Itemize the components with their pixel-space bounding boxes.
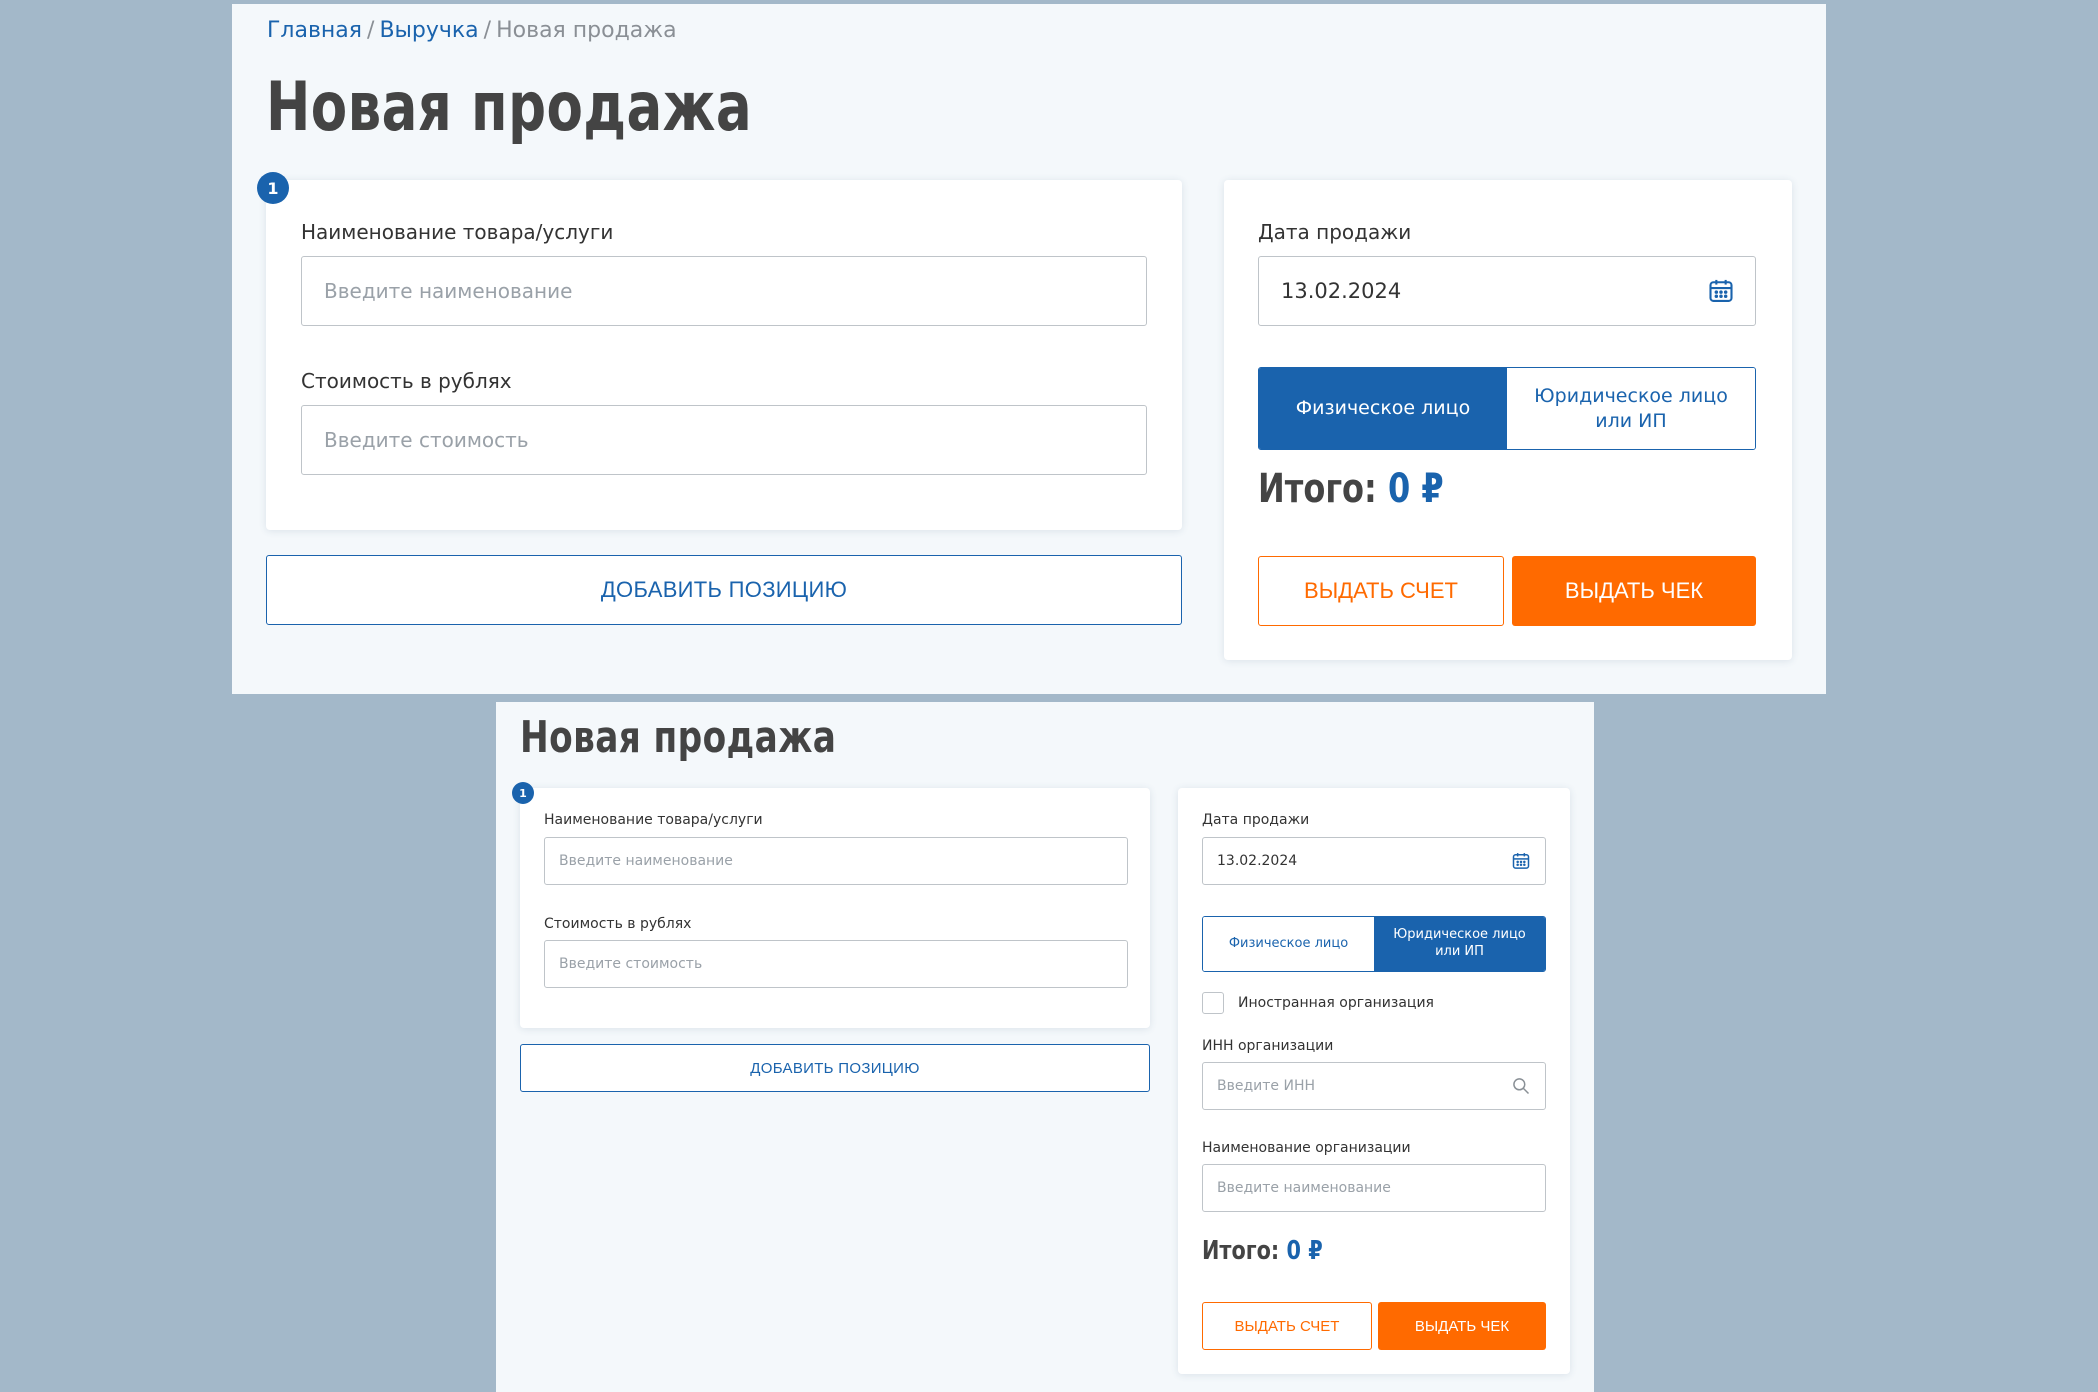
- calendar-icon[interactable]: [1707, 277, 1735, 305]
- item-name-label: Наименование товара/услуги: [301, 220, 614, 244]
- price-placeholder: Введите стоимость: [559, 956, 703, 972]
- customer-type-toggle: Физическое лицо Юридическое лицо или ИП: [1202, 916, 1546, 972]
- position-card: Наименование товара/услуги Введите наиме…: [266, 180, 1182, 530]
- add-position-button[interactable]: ДОБАВИТЬ ПОЗИЦИЮ: [266, 555, 1182, 625]
- date-input[interactable]: 13.02.2024: [1258, 256, 1756, 326]
- add-position-button[interactable]: ДОБАВИТЬ ПОЗИЦИЮ: [520, 1044, 1150, 1092]
- sale-summary-card: Дата продажи 13.02.2024 Физическое лицо …: [1224, 180, 1792, 660]
- date-value: 13.02.2024: [1281, 279, 1402, 303]
- breadcrumb-separator: /: [367, 18, 375, 43]
- toggle-individual[interactable]: Физическое лицо: [1259, 368, 1507, 449]
- page-title: Новая продажа: [266, 68, 753, 147]
- breadcrumb-home[interactable]: Главная: [267, 18, 362, 43]
- price-input[interactable]: Введите стоимость: [301, 405, 1147, 475]
- toggle-individual[interactable]: Физическое лицо: [1203, 917, 1374, 971]
- position-number-badge: 1: [512, 782, 534, 804]
- breadcrumb-separator: /: [483, 18, 492, 43]
- price-label: Стоимость в рублях: [301, 369, 512, 393]
- toggle-legal-entity[interactable]: Юридическое лицо или ИП: [1507, 368, 1755, 449]
- price-placeholder: Введите стоимость: [324, 428, 529, 452]
- item-name-label: Наименование товара/услуги: [544, 812, 763, 828]
- total-label: Итого:: [1258, 466, 1377, 512]
- issue-invoice-button[interactable]: ВЫДАТЬ СЧЕТ: [1202, 1302, 1372, 1350]
- date-label: Дата продажи: [1258, 220, 1412, 244]
- total-amount: 0 ₽: [1387, 466, 1444, 512]
- item-name-input[interactable]: Введите наименование: [301, 256, 1147, 326]
- position-number-badge: 1: [257, 172, 289, 204]
- item-name-placeholder: Введите наименование: [559, 853, 733, 869]
- foreign-organization-row: Иностранная организация: [1202, 992, 1434, 1014]
- toggle-legal-entity[interactable]: Юридическое лицо или ИП: [1374, 917, 1545, 971]
- date-input[interactable]: 13.02.2024: [1202, 837, 1546, 885]
- org-name-placeholder: Введите наименование: [1217, 1180, 1391, 1196]
- search-icon[interactable]: [1511, 1076, 1531, 1096]
- sale-summary-card: Дата продажи 13.02.2024 Физическое лицо …: [1178, 788, 1570, 1374]
- total-label: Итого:: [1202, 1236, 1280, 1266]
- org-name-input[interactable]: Введите наименование: [1202, 1164, 1546, 1212]
- issue-receipt-button[interactable]: ВЫДАТЬ ЧЕК: [1512, 556, 1756, 626]
- date-label: Дата продажи: [1202, 812, 1310, 828]
- breadcrumb-revenue[interactable]: Выручка: [379, 18, 478, 43]
- top-panel: Главная / Выручка / Новая продажа Новая прод…: [232, 4, 1826, 694]
- item-name-placeholder: Введите наименование: [324, 279, 573, 303]
- total: Итого: 0 ₽: [1202, 1236, 1323, 1266]
- total: Итого: 0 ₽: [1258, 466, 1444, 512]
- position-card: Наименование товара/услуги Введите наиме…: [520, 788, 1150, 1028]
- total-amount: 0 ₽: [1286, 1236, 1323, 1266]
- org-name-label: Наименование организации: [1202, 1140, 1411, 1156]
- calendar-icon[interactable]: [1511, 851, 1531, 871]
- foreign-organization-checkbox[interactable]: [1202, 992, 1224, 1014]
- price-label: Стоимость в рублях: [544, 916, 692, 932]
- issue-receipt-button[interactable]: ВЫДАТЬ ЧЕК: [1378, 1302, 1546, 1350]
- breadcrumb: Главная / Выручка / Новая продажа: [267, 18, 677, 43]
- foreign-organization-label: Иностранная организация: [1238, 995, 1434, 1011]
- breadcrumb-current: Новая продажа: [496, 18, 677, 43]
- bottom-panel: Новая продажа Наименование товара/услуги…: [496, 702, 1594, 1392]
- inn-input[interactable]: Введите ИНН: [1202, 1062, 1546, 1110]
- inn-label: ИНН организации: [1202, 1038, 1334, 1054]
- price-input[interactable]: Введите стоимость: [544, 940, 1128, 988]
- item-name-input[interactable]: Введите наименование: [544, 837, 1128, 885]
- issue-invoice-button[interactable]: ВЫДАТЬ СЧЕТ: [1258, 556, 1504, 626]
- date-value: 13.02.2024: [1217, 853, 1298, 869]
- customer-type-toggle: Физическое лицо Юридическое лицо или ИП: [1258, 367, 1756, 450]
- page-title: Новая продажа: [520, 712, 837, 763]
- inn-placeholder: Введите ИНН: [1217, 1078, 1315, 1094]
